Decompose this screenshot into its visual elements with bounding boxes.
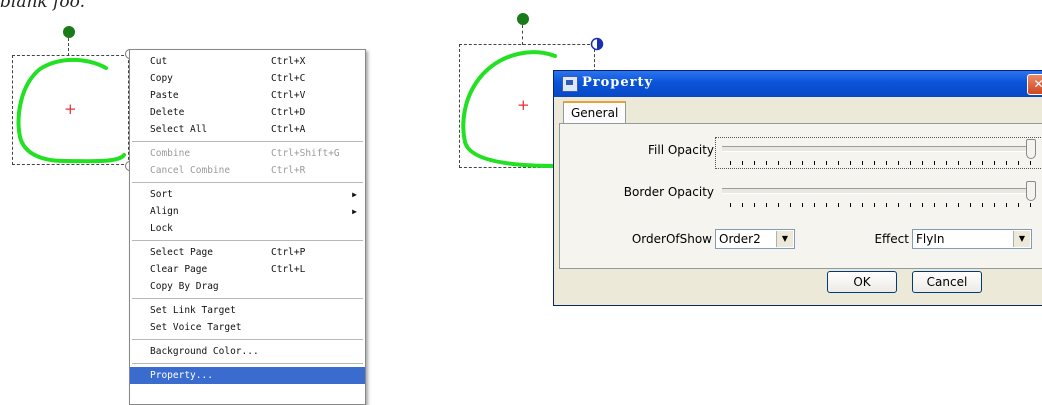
- center-marker: +: [64, 100, 77, 118]
- menu-item-shortcut: Ctrl+C: [271, 73, 306, 84]
- menu-item-label: Select All: [150, 124, 208, 135]
- chevron-down-icon[interactable]: ▼: [776, 231, 793, 247]
- menu-item-label: Background Color...: [150, 346, 259, 357]
- menu-item-label: Combine: [150, 148, 191, 159]
- menu-item-shortcut: Ctrl+D: [271, 107, 306, 118]
- effect-value: FlyIn: [916, 232, 945, 246]
- menu-item-label: Property...: [150, 370, 213, 381]
- context-menu-items: Cut Ctrl+X Copy Ctrl+C Paste Ctrl+V Delete Ctrl…: [130, 53, 365, 384]
- menu-item-shortcut: Ctrl+Shift+G: [271, 148, 340, 159]
- border-opacity-ticks: [730, 203, 1034, 207]
- menu-item-select-all[interactable]: Select All Ctrl+A: [130, 121, 365, 138]
- submenu-arrow-icon: ▶: [352, 190, 357, 199]
- fill-opacity-ticks: [730, 161, 1034, 165]
- menu-item-set-link-target[interactable]: Set Link Target: [130, 302, 365, 319]
- menu-item-label: Sort: [150, 189, 173, 200]
- submenu-arrow-icon: ▶: [352, 207, 357, 216]
- border-opacity-label: Border Opacity: [623, 185, 714, 199]
- menu-item-label: Clear Page: [150, 264, 208, 275]
- resize-handle-half[interactable]: [590, 37, 604, 51]
- top-partial-text: blank foo.: [0, 0, 85, 12]
- menu-item-label: Set Voice Target: [150, 322, 242, 333]
- close-button[interactable]: ✕: [1027, 74, 1042, 95]
- menu-item-label: Lock: [150, 223, 173, 234]
- menu-item-shortcut: Ctrl+L: [271, 264, 306, 275]
- center-marker: +: [517, 96, 530, 114]
- order-of-show-select[interactable]: Order2 ▼: [715, 229, 795, 249]
- dialog-titlebar[interactable]: Property ✕: [554, 71, 1042, 97]
- effect-select[interactable]: FlyIn ▼: [912, 229, 1032, 249]
- menu-item-delete[interactable]: Delete Ctrl+D: [130, 104, 365, 121]
- border-opacity-track[interactable]: [722, 188, 1036, 194]
- property-dialog: Property ✕ General Fill Opacity Border O…: [553, 70, 1042, 306]
- rotate-handle-stem: [522, 25, 523, 45]
- menu-item-shortcut: Ctrl+X: [271, 56, 306, 67]
- menu-item-label: Select Page: [150, 247, 213, 258]
- tab-general[interactable]: General: [563, 101, 627, 124]
- menu-item-label: Cut: [150, 56, 168, 67]
- menu-separator: [132, 182, 363, 183]
- fill-opacity-track[interactable]: [722, 146, 1036, 152]
- dialog-title: Property: [582, 75, 654, 90]
- menu-item-background-color[interactable]: Background Color...: [130, 343, 365, 360]
- menu-item-label: Copy By Drag: [150, 281, 219, 292]
- menu-item-label: Delete: [150, 107, 185, 118]
- rotate-handle[interactable]: [517, 13, 529, 25]
- menu-item-label: Paste: [150, 90, 179, 101]
- menu-item-sort[interactable]: Sort ▶: [130, 186, 365, 203]
- menu-item-cancel-combine: Cancel Combine Ctrl+R: [130, 162, 365, 179]
- freehand-stroke[interactable]: [459, 44, 559, 170]
- context-menu: Cut Ctrl+X Copy Ctrl+C Paste Ctrl+V Delete Ctrl…: [129, 49, 366, 405]
- menu-separator: [132, 240, 363, 241]
- rotate-handle[interactable]: [63, 26, 75, 38]
- app-icon: [562, 76, 578, 92]
- menu-item-combine: Combine Ctrl+Shift+G: [130, 145, 365, 162]
- menu-separator: [132, 339, 363, 340]
- fill-opacity-thumb[interactable]: [1026, 139, 1036, 159]
- menu-item-shortcut: Ctrl+A: [271, 124, 306, 135]
- order-of-show-value: Order2: [719, 232, 761, 246]
- menu-separator: [132, 298, 363, 299]
- menu-item-label: Align: [150, 206, 179, 217]
- menu-item-select-page[interactable]: Select Page Ctrl+P: [130, 244, 365, 261]
- menu-item-align[interactable]: Align ▶: [130, 203, 365, 220]
- effect-label: Effect: [874, 232, 909, 246]
- menu-item-paste[interactable]: Paste Ctrl+V: [130, 87, 365, 104]
- rotate-handle-stem: [68, 38, 69, 56]
- menu-item-label: Copy: [150, 73, 173, 84]
- menu-separator: [132, 141, 363, 142]
- menu-item-label: Set Link Target: [150, 305, 236, 316]
- menu-item-shortcut: Ctrl+V: [271, 90, 306, 101]
- menu-item-clear-page[interactable]: Clear Page Ctrl+L: [130, 261, 365, 278]
- menu-item-copy-by-drag[interactable]: Copy By Drag: [130, 278, 365, 295]
- menu-item-property[interactable]: Property...: [130, 367, 365, 384]
- ok-button[interactable]: OK: [827, 271, 897, 293]
- menu-item-lock[interactable]: Lock: [130, 220, 365, 237]
- cancel-button[interactable]: Cancel: [912, 271, 982, 293]
- menu-item-copy[interactable]: Copy Ctrl+C: [130, 70, 365, 87]
- order-of-show-label: OrderOfShow: [631, 232, 712, 246]
- border-opacity-thumb[interactable]: [1026, 181, 1036, 201]
- menu-item-set-voice-target[interactable]: Set Voice Target: [130, 319, 365, 336]
- chevron-down-icon[interactable]: ▼: [1013, 231, 1030, 247]
- menu-separator: [132, 363, 363, 364]
- menu-item-shortcut: Ctrl+P: [271, 247, 306, 258]
- menu-item-label: Cancel Combine: [150, 165, 231, 176]
- menu-item-shortcut: Ctrl+R: [271, 165, 306, 176]
- menu-item-cut[interactable]: Cut Ctrl+X: [130, 53, 365, 70]
- fill-opacity-label: Fill Opacity: [648, 143, 714, 157]
